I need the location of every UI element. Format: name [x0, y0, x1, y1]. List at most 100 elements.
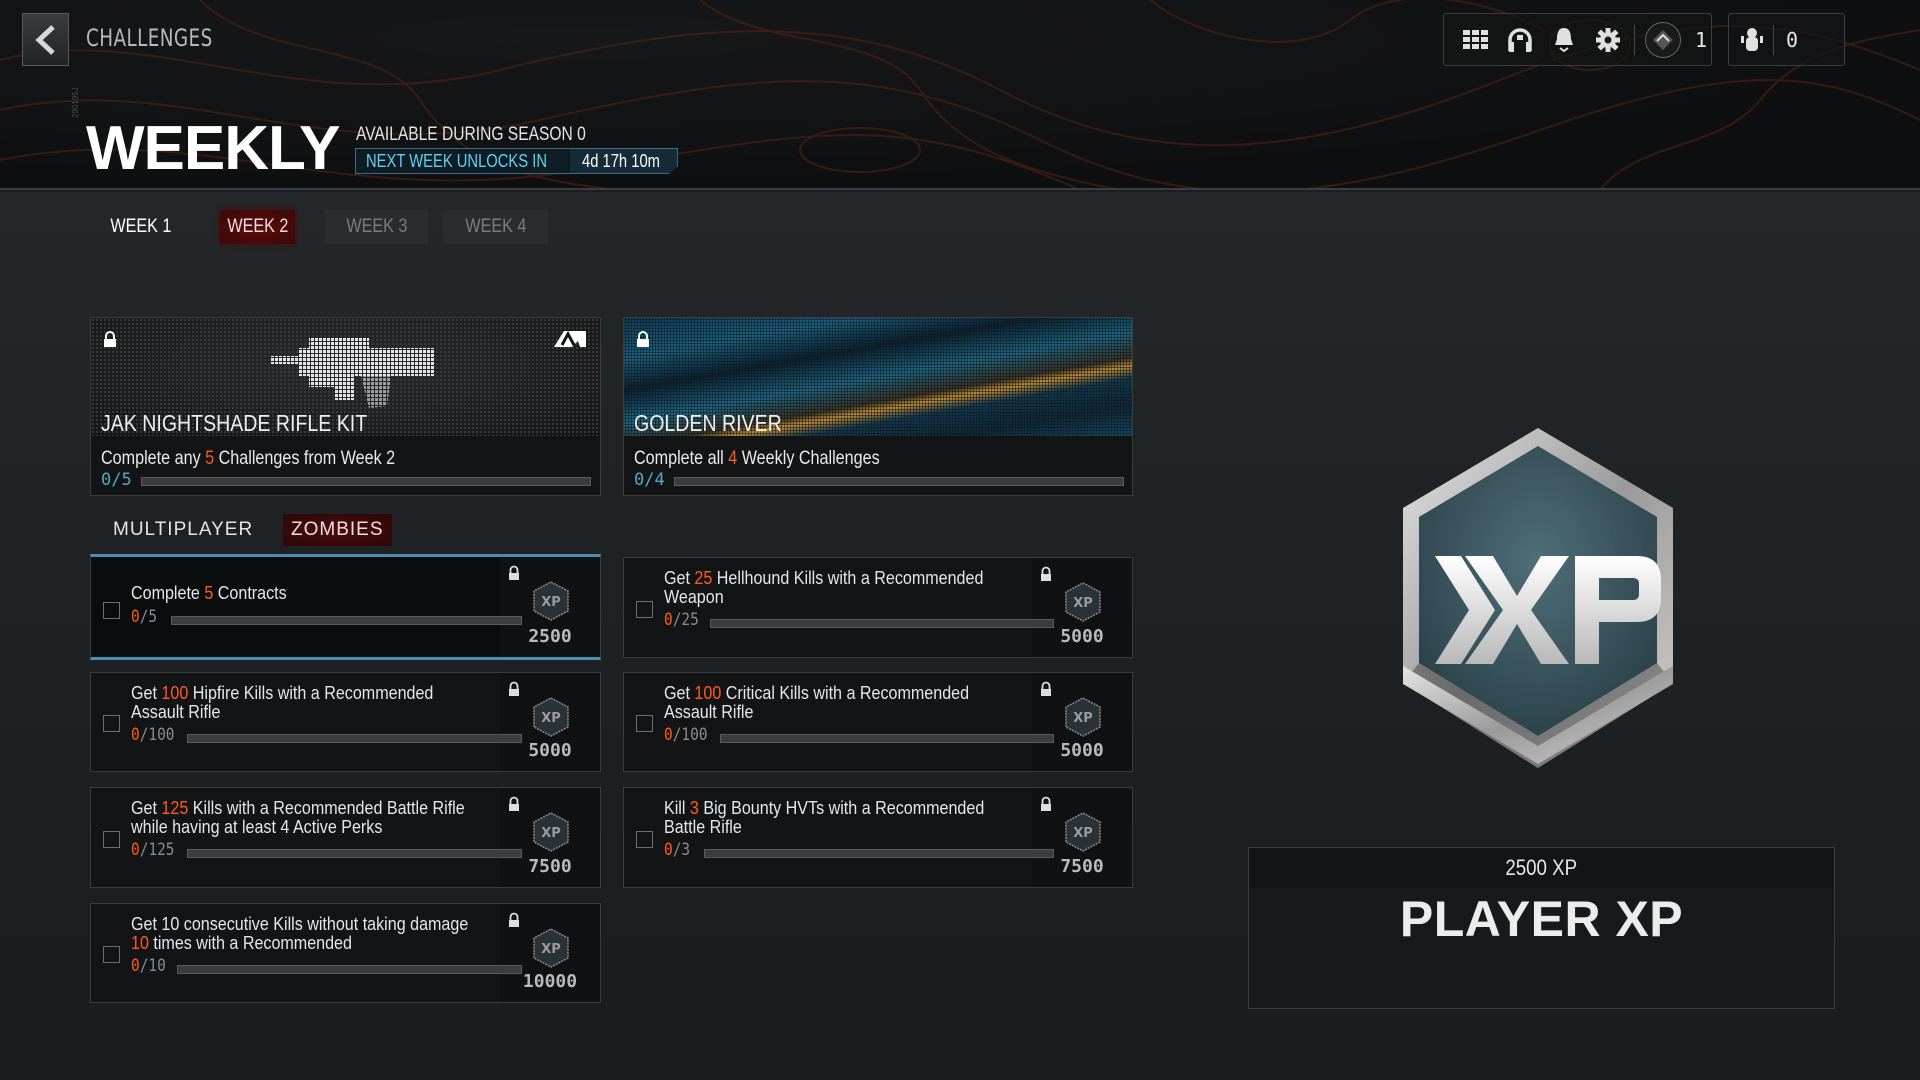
xp-token-icon: XP: [1065, 582, 1101, 622]
rank-value: 1: [1695, 27, 1708, 52]
challenge-description: Get 100 Critical Kills with a Recommende…: [664, 682, 970, 722]
side-code: 290195J: [71, 87, 80, 118]
xp-token-icon: XP: [533, 928, 569, 968]
reward-name: JAK NIGHTSHADE RIFLE KIT: [101, 410, 368, 436]
reward-card-rifle-kit[interactable]: JAK NIGHTSHADE RIFLE KIT Complete any 5 …: [90, 317, 601, 496]
reward-description: Complete all 4 Weekly Challenges: [634, 448, 880, 469]
unlock-timer: NEXT WEEK UNLOCKS IN 4d 17h 10m: [355, 148, 678, 174]
challenge-description: Get 10 consecutive Kills without taking …: [131, 913, 469, 953]
challenge-progress-text: 0/100: [131, 725, 175, 745]
xp-reward-value: 7500: [528, 856, 572, 877]
reward-card-golden-river[interactable]: GOLDEN RIVER Complete all 4 Weekly Chall…: [623, 317, 1133, 496]
svg-text:XP: XP: [541, 595, 561, 610]
tab-week-1[interactable]: WEEK 1: [106, 210, 176, 244]
party-box[interactable]: 0: [1728, 13, 1845, 66]
reward-progress-text: 0/4: [634, 470, 665, 490]
lock-icon: [509, 681, 519, 696]
timer-label: NEXT WEEK UNLOCKS IN: [366, 150, 547, 171]
challenge-progress-text: 0/3: [664, 840, 691, 860]
xp-amount: 2500 XP: [1249, 848, 1834, 888]
lock-icon: [1041, 566, 1051, 581]
party-count: 0: [1786, 27, 1799, 52]
challenge-progress-bar: [187, 734, 522, 743]
challenge-progress-bar: [177, 965, 522, 974]
track-checkbox[interactable]: [636, 830, 653, 848]
tab-zombies[interactable]: ZOMBIES: [283, 514, 392, 546]
top-toolbar: 1: [1443, 13, 1712, 66]
track-checkbox[interactable]: [103, 715, 120, 732]
tab-multiplayer[interactable]: MULTIPLAYER: [105, 514, 261, 546]
xp-reward-value: 5000: [528, 740, 572, 761]
breadcrumb: CHALLENGES: [86, 24, 213, 52]
svg-text:XP: XP: [541, 711, 561, 726]
xp-reward-value: 5000: [1060, 740, 1104, 761]
track-checkbox[interactable]: [636, 600, 653, 618]
lock-icon: [637, 331, 649, 347]
xp-token-icon: XP: [1065, 697, 1101, 737]
reward-progress-bar: [141, 477, 591, 486]
divider: [1773, 24, 1774, 55]
back-button[interactable]: [22, 13, 69, 66]
reward-progress-text: 0/5: [101, 470, 132, 490]
reward-description: Complete any 5 Challenges from Week 2: [101, 448, 396, 469]
tab-week-4[interactable]: WEEK 4: [443, 210, 548, 244]
tab-week-3[interactable]: WEEK 3: [325, 210, 428, 244]
challenge-progress-bar: [710, 619, 1054, 628]
challenge-description: Get 125 Kills with a Recommended Battle …: [131, 797, 465, 837]
lock-icon: [1041, 796, 1051, 811]
xp-token-icon: XP: [533, 812, 569, 852]
xp-token-icon: XP: [533, 581, 569, 621]
svg-text:XP: XP: [1073, 826, 1093, 841]
rank-emblem[interactable]: [1645, 21, 1681, 58]
challenge-progress-text: 0/100: [664, 725, 708, 745]
tab-week-2[interactable]: WEEK 2: [220, 210, 295, 244]
settings-button[interactable]: [1586, 20, 1630, 60]
challenge-description: Get 100 Hipfire Kills with a Recommended…: [131, 682, 434, 722]
rank-chevron-icon: [1653, 29, 1673, 50]
xp-token-icon: XP: [533, 697, 569, 737]
reward-info-panel: 2500 XP PLAYER XP: [1248, 847, 1835, 1009]
challenge-row[interactable]: Get 100 Hipfire Kills with a Recommended…: [90, 672, 601, 772]
lock-icon: [509, 565, 519, 580]
challenge-row[interactable]: Get 10 consecutive Kills without taking …: [90, 903, 601, 1003]
headset-icon: [1508, 27, 1532, 52]
gear-icon: [1596, 27, 1620, 52]
header: CHALLENGES 290195J WEEKLY AVAILABLE DURI…: [0, 0, 1920, 190]
challenge-progress-bar: [704, 849, 1054, 858]
social-button[interactable]: [1498, 20, 1542, 60]
challenge-description: Get 25 Hellhound Kills with a Recommende…: [664, 567, 984, 607]
reward-progress-bar: [674, 477, 1124, 486]
page-title: WEEKLY: [86, 114, 341, 183]
track-checkbox[interactable]: [103, 946, 120, 963]
lock-icon: [509, 912, 519, 927]
lock-icon: [509, 796, 519, 811]
xp-reward-value: 7500: [1060, 856, 1104, 877]
lock-icon: [1041, 681, 1051, 696]
bell-icon: [1555, 27, 1573, 52]
challenge-row[interactable]: Kill 3 Big Bounty HVTs with a Recommende…: [623, 787, 1133, 888]
svg-text:XP: XP: [541, 826, 561, 841]
xp-reward-value: 5000: [1060, 626, 1104, 647]
xp-reward-value: 10000: [522, 971, 578, 992]
challenge-progress-bar: [187, 849, 522, 858]
party-members-icon: [1741, 27, 1763, 51]
track-checkbox[interactable]: [636, 715, 653, 732]
track-checkbox[interactable]: [103, 602, 120, 619]
xp-badge-icon: [1403, 428, 1673, 768]
track-checkbox[interactable]: [103, 830, 120, 848]
challenge-description: Kill 3 Big Bounty HVTs with a Recommende…: [664, 797, 985, 837]
grid-icon: [1463, 29, 1488, 49]
challenge-progress-text: 0/25: [664, 610, 699, 630]
challenge-row[interactable]: Get 100 Critical Kills with a Recommende…: [623, 672, 1133, 772]
challenge-progress-text: 0/125: [131, 840, 175, 860]
challenge-row[interactable]: Complete 5 Contracts 0/5 XP 2500: [90, 554, 601, 660]
grid-menu-button[interactable]: [1454, 20, 1498, 60]
chevron-left-icon: [34, 24, 55, 55]
challenge-row[interactable]: Get 125 Kills with a Recommended Battle …: [90, 787, 601, 888]
svg-text:XP: XP: [1073, 596, 1093, 611]
reward-name: GOLDEN RIVER: [634, 410, 782, 436]
notifications-button[interactable]: [1542, 20, 1586, 60]
challenge-row[interactable]: Get 25 Hellhound Kills with a Recommende…: [623, 557, 1133, 658]
brand-logo-icon: [554, 330, 586, 347]
challenge-progress-bar: [720, 734, 1054, 743]
